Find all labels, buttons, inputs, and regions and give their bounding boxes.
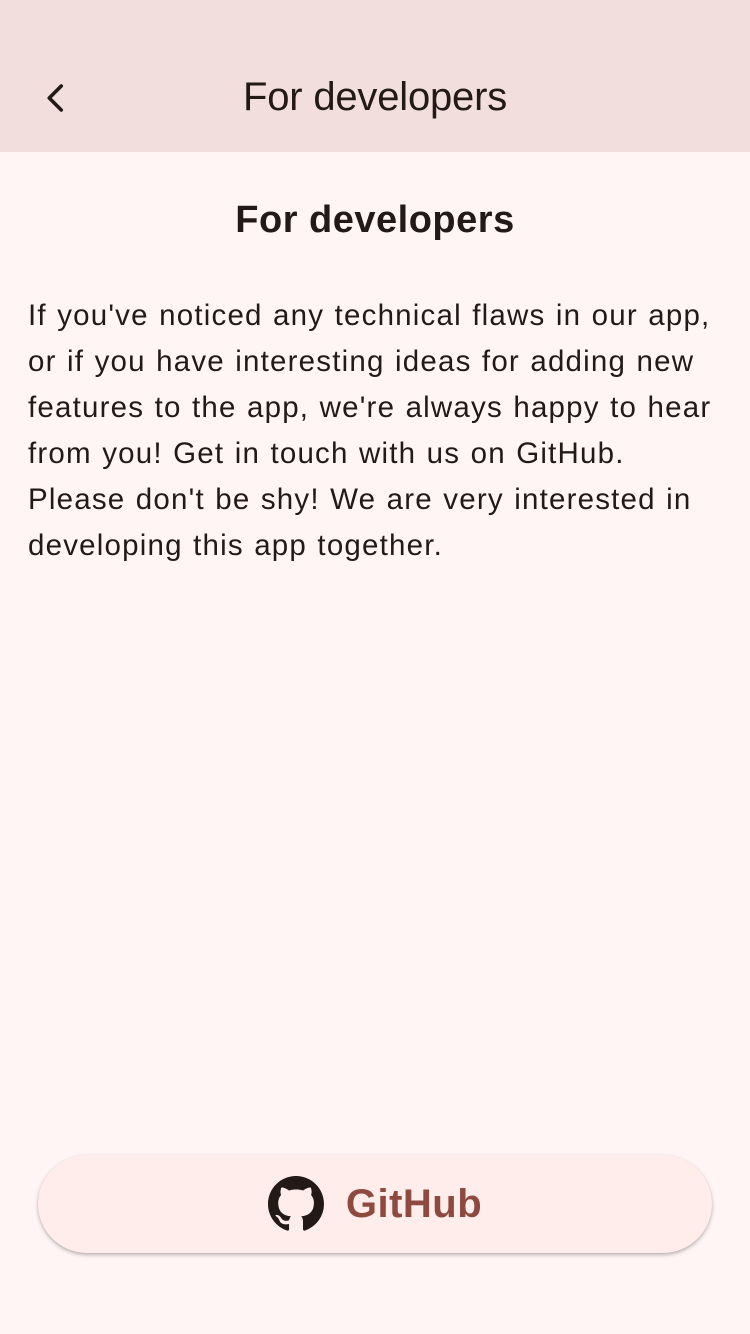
page-heading: For developers bbox=[235, 199, 515, 241]
main-content: For developers If you've noticed any tec… bbox=[0, 152, 750, 569]
top-app-bar: For developers bbox=[0, 0, 750, 152]
github-button-label: GitHub bbox=[345, 1181, 483, 1226]
github-icon bbox=[267, 1176, 324, 1232]
app-bar-title: For developers bbox=[243, 75, 507, 119]
description-text: If you've noticed any technical flaws in… bbox=[28, 299, 712, 562]
github-button[interactable]: GitHub bbox=[38, 1155, 712, 1253]
